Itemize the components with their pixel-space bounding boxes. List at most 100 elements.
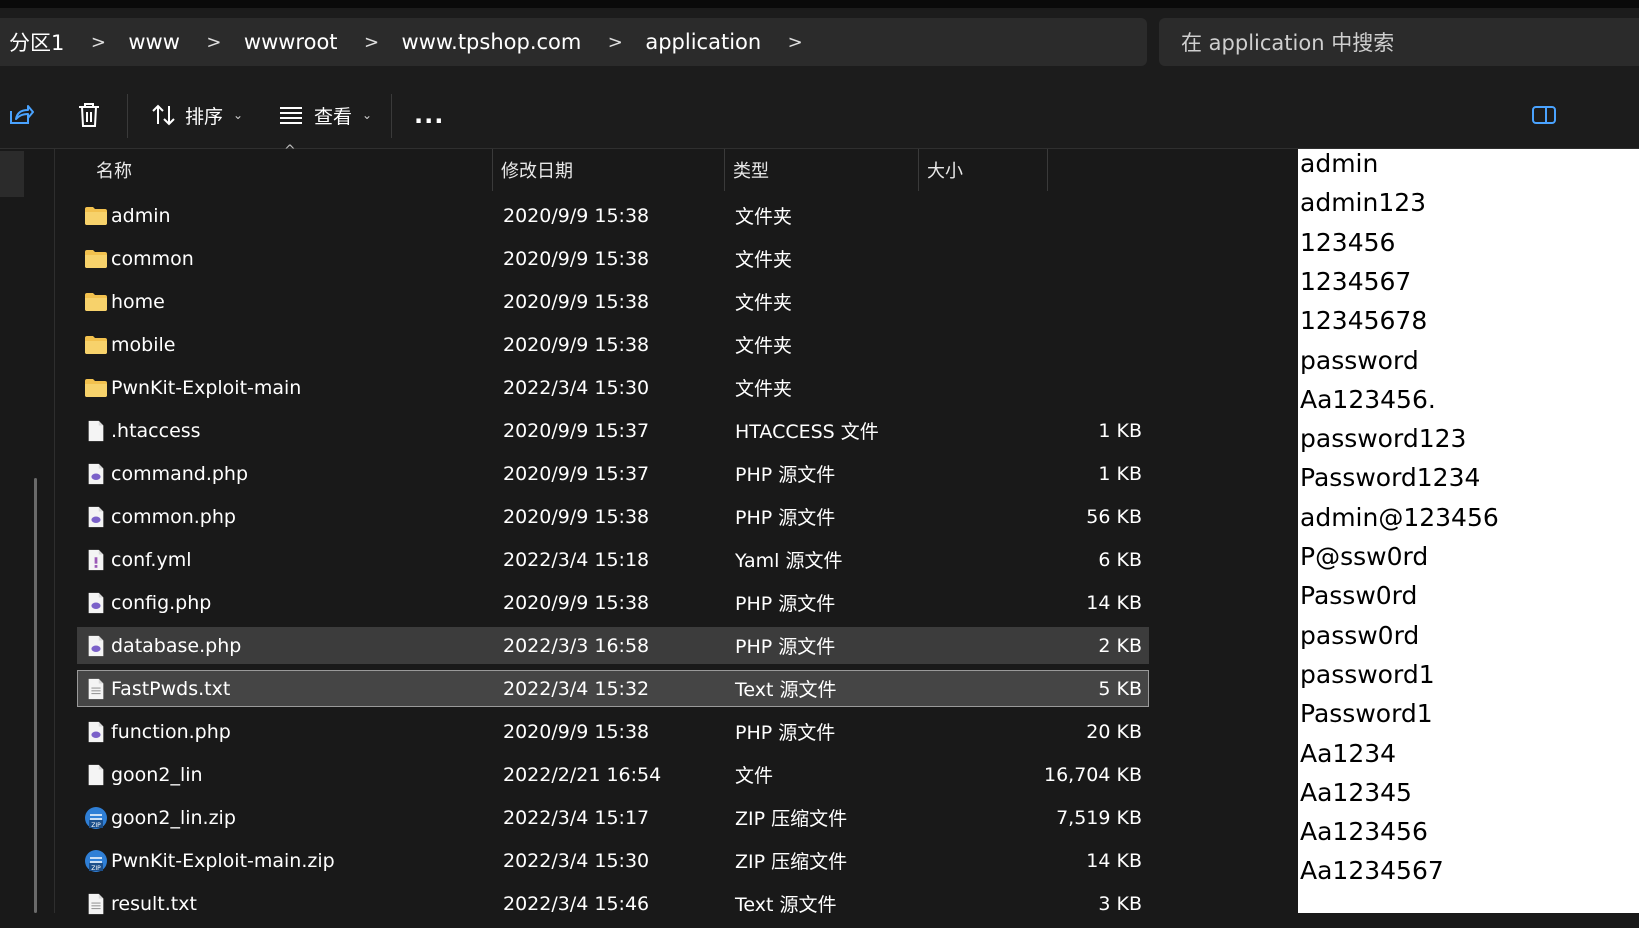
chevron-down-icon: ⌄ (233, 108, 244, 122)
breadcrumb-item[interactable]: wwwroot (234, 30, 338, 54)
share-button[interactable] (8, 82, 34, 148)
breadcrumb-item[interactable]: application (635, 30, 761, 54)
details-pane-icon (1532, 106, 1556, 124)
breadcrumb[interactable]: 分区1 > www > wwwroot > www.tpshop.com > applicati… (0, 18, 1147, 66)
text-file-icon (83, 886, 109, 921)
table-row[interactable]: PwnKit-Exploit-main 2022/3/4 15:30 文件夹 (77, 369, 1149, 406)
file-date: 2020/9/9 15:38 (503, 720, 650, 743)
preview-text-line: admin123 (1300, 188, 1427, 218)
preview-text-line: 1234567 (1300, 266, 1412, 296)
preview-text-line: 12345678 (1300, 306, 1428, 336)
toolbar-separator (127, 94, 128, 138)
file-size: 14 KB (1086, 591, 1142, 614)
table-row[interactable]: config.php 2020/9/9 15:38 PHP 源文件 14 KB (77, 584, 1149, 621)
file-date: 2022/3/4 15:30 (503, 376, 650, 399)
table-row[interactable]: goon2_lin 2022/2/21 16:54 文件 16,704 KB (77, 756, 1149, 793)
php-file-icon (83, 628, 109, 663)
details-pane-button[interactable] (1531, 82, 1557, 148)
sort-label: 排序 (185, 105, 224, 128)
table-row[interactable]: .htaccess 2020/9/9 15:37 HTACCESS 文件 1 KB (77, 412, 1149, 449)
file-name: function.php (111, 720, 231, 743)
zip-file-icon: ZIP (83, 843, 109, 878)
more-button[interactable]: ... (414, 82, 444, 148)
breadcrumb-item[interactable]: 分区1 (0, 27, 64, 57)
file-name: command.php (111, 462, 249, 485)
chevron-right-icon[interactable]: > (338, 32, 392, 53)
table-row[interactable]: mobile 2020/9/9 15:38 文件夹 (77, 326, 1149, 363)
search-placeholder: 在 application 中搜索 (1181, 31, 1395, 55)
file-date: 2020/9/9 15:38 (503, 505, 650, 528)
file-size: 6 KB (1098, 548, 1142, 571)
table-row[interactable]: result.txt 2022/3/4 15:46 Text 源文件 3 KB (77, 885, 1149, 922)
column-header-size[interactable]: 大小 (927, 149, 963, 191)
column-divider[interactable] (918, 149, 919, 191)
column-header-row: 名称 ^ 修改日期 类型 大小 (55, 143, 1298, 191)
sort-button[interactable]: 排序 ⌄ (151, 82, 243, 148)
file-type: 文件夹 (735, 206, 793, 228)
navigation-pane[interactable] (0, 149, 55, 913)
table-row[interactable]: home 2020/9/9 15:38 文件夹 (77, 283, 1149, 320)
table-row[interactable]: common.php 2020/9/9 15:38 PHP 源文件 56 KB (77, 498, 1149, 535)
file-type: 文件夹 (735, 249, 793, 271)
file-date: 2020/9/9 15:38 (503, 591, 650, 614)
navigation-scrollbar[interactable] (34, 478, 37, 913)
folder-icon (83, 370, 109, 405)
navigation-selected-item[interactable] (0, 151, 24, 197)
preview-text-line: passw0rd (1300, 620, 1420, 650)
table-row[interactable]: database.php 2022/3/3 16:58 PHP 源文件 2 KB (77, 627, 1149, 664)
preview-text-line: admin@123456 (1300, 502, 1499, 532)
php-file-icon (83, 456, 109, 491)
table-row[interactable]: conf.yml 2022/3/4 15:18 Yaml 源文件 6 KB (77, 541, 1149, 578)
preview-text-line: Aa12345 (1300, 777, 1412, 807)
preview-text-line: Aa123456 (1300, 817, 1428, 847)
table-row[interactable]: common 2020/9/9 15:38 文件夹 (77, 240, 1149, 277)
file-size: 2 KB (1098, 634, 1142, 657)
zip-file-icon: ZIP (83, 800, 109, 835)
table-row[interactable]: FastPwds.txt 2022/3/4 15:32 Text 源文件 5 KB (77, 670, 1149, 707)
folder-icon (83, 241, 109, 276)
chevron-right-icon[interactable]: > (64, 32, 118, 53)
file-icon (83, 413, 109, 448)
search-box[interactable]: 在 application 中搜索 (1159, 18, 1639, 66)
column-divider[interactable] (1047, 149, 1048, 191)
column-divider[interactable] (724, 149, 725, 191)
file-type: 文件夹 (735, 292, 793, 314)
table-row[interactable]: command.php 2020/9/9 15:37 PHP 源文件 1 KB (77, 455, 1149, 492)
preview-text-line: 123456 (1300, 227, 1396, 257)
table-row[interactable]: function.php 2020/9/9 15:38 PHP 源文件 20 KB (77, 713, 1149, 750)
file-date: 2022/3/4 15:18 (503, 548, 650, 571)
file-name: FastPwds.txt (111, 677, 231, 700)
chevron-right-icon[interactable]: > (581, 32, 635, 53)
preview-text-line: password123 (1300, 424, 1467, 454)
text-file-icon (83, 671, 109, 706)
file-size: 14 KB (1086, 849, 1142, 872)
file-date: 2020/9/9 15:38 (503, 290, 650, 313)
column-header-name[interactable]: 名称 (96, 149, 132, 191)
view-button[interactable]: 查看 ⌄ (278, 82, 372, 148)
toolbar-separator (391, 94, 392, 138)
breadcrumb-item[interactable]: www.tpshop.com (392, 30, 582, 54)
folder-icon (83, 284, 109, 319)
chevron-right-icon[interactable]: > (761, 32, 815, 53)
table-row[interactable]: ZIP PwnKit-Exploit-main.zip 2022/3/4 15:30… (77, 842, 1149, 879)
file-size: 56 KB (1086, 505, 1142, 528)
file-name: goon2_lin (111, 763, 203, 786)
file-size: 1 KB (1098, 419, 1142, 442)
preview-text-line: P@ssw0rd (1300, 542, 1429, 571)
breadcrumb-item[interactable]: www (118, 30, 180, 54)
column-divider[interactable] (492, 149, 493, 191)
php-file-icon (83, 714, 109, 749)
file-type: Text 源文件 (735, 894, 837, 916)
share-icon (10, 105, 34, 124)
preview-text-line: password1 (1300, 659, 1435, 689)
column-header-type[interactable]: 类型 (733, 149, 769, 191)
preview-text-line: Password1 (1300, 699, 1433, 729)
table-row[interactable]: admin 2020/9/9 15:38 文件夹 (77, 197, 1149, 234)
column-header-date[interactable]: 修改日期 (501, 149, 573, 191)
file-type: HTACCESS 文件 (735, 421, 879, 443)
delete-button[interactable] (77, 82, 101, 148)
table-row[interactable]: ZIP goon2_lin.zip 2022/3/4 15:17 ZIP 压缩文件 7,… (77, 799, 1149, 836)
file-rows: admin 2020/9/9 15:38 文件夹 common 2020/9/9 15:… (77, 197, 1149, 928)
svg-text:ZIP: ZIP (91, 865, 101, 872)
chevron-right-icon[interactable]: > (180, 32, 234, 53)
